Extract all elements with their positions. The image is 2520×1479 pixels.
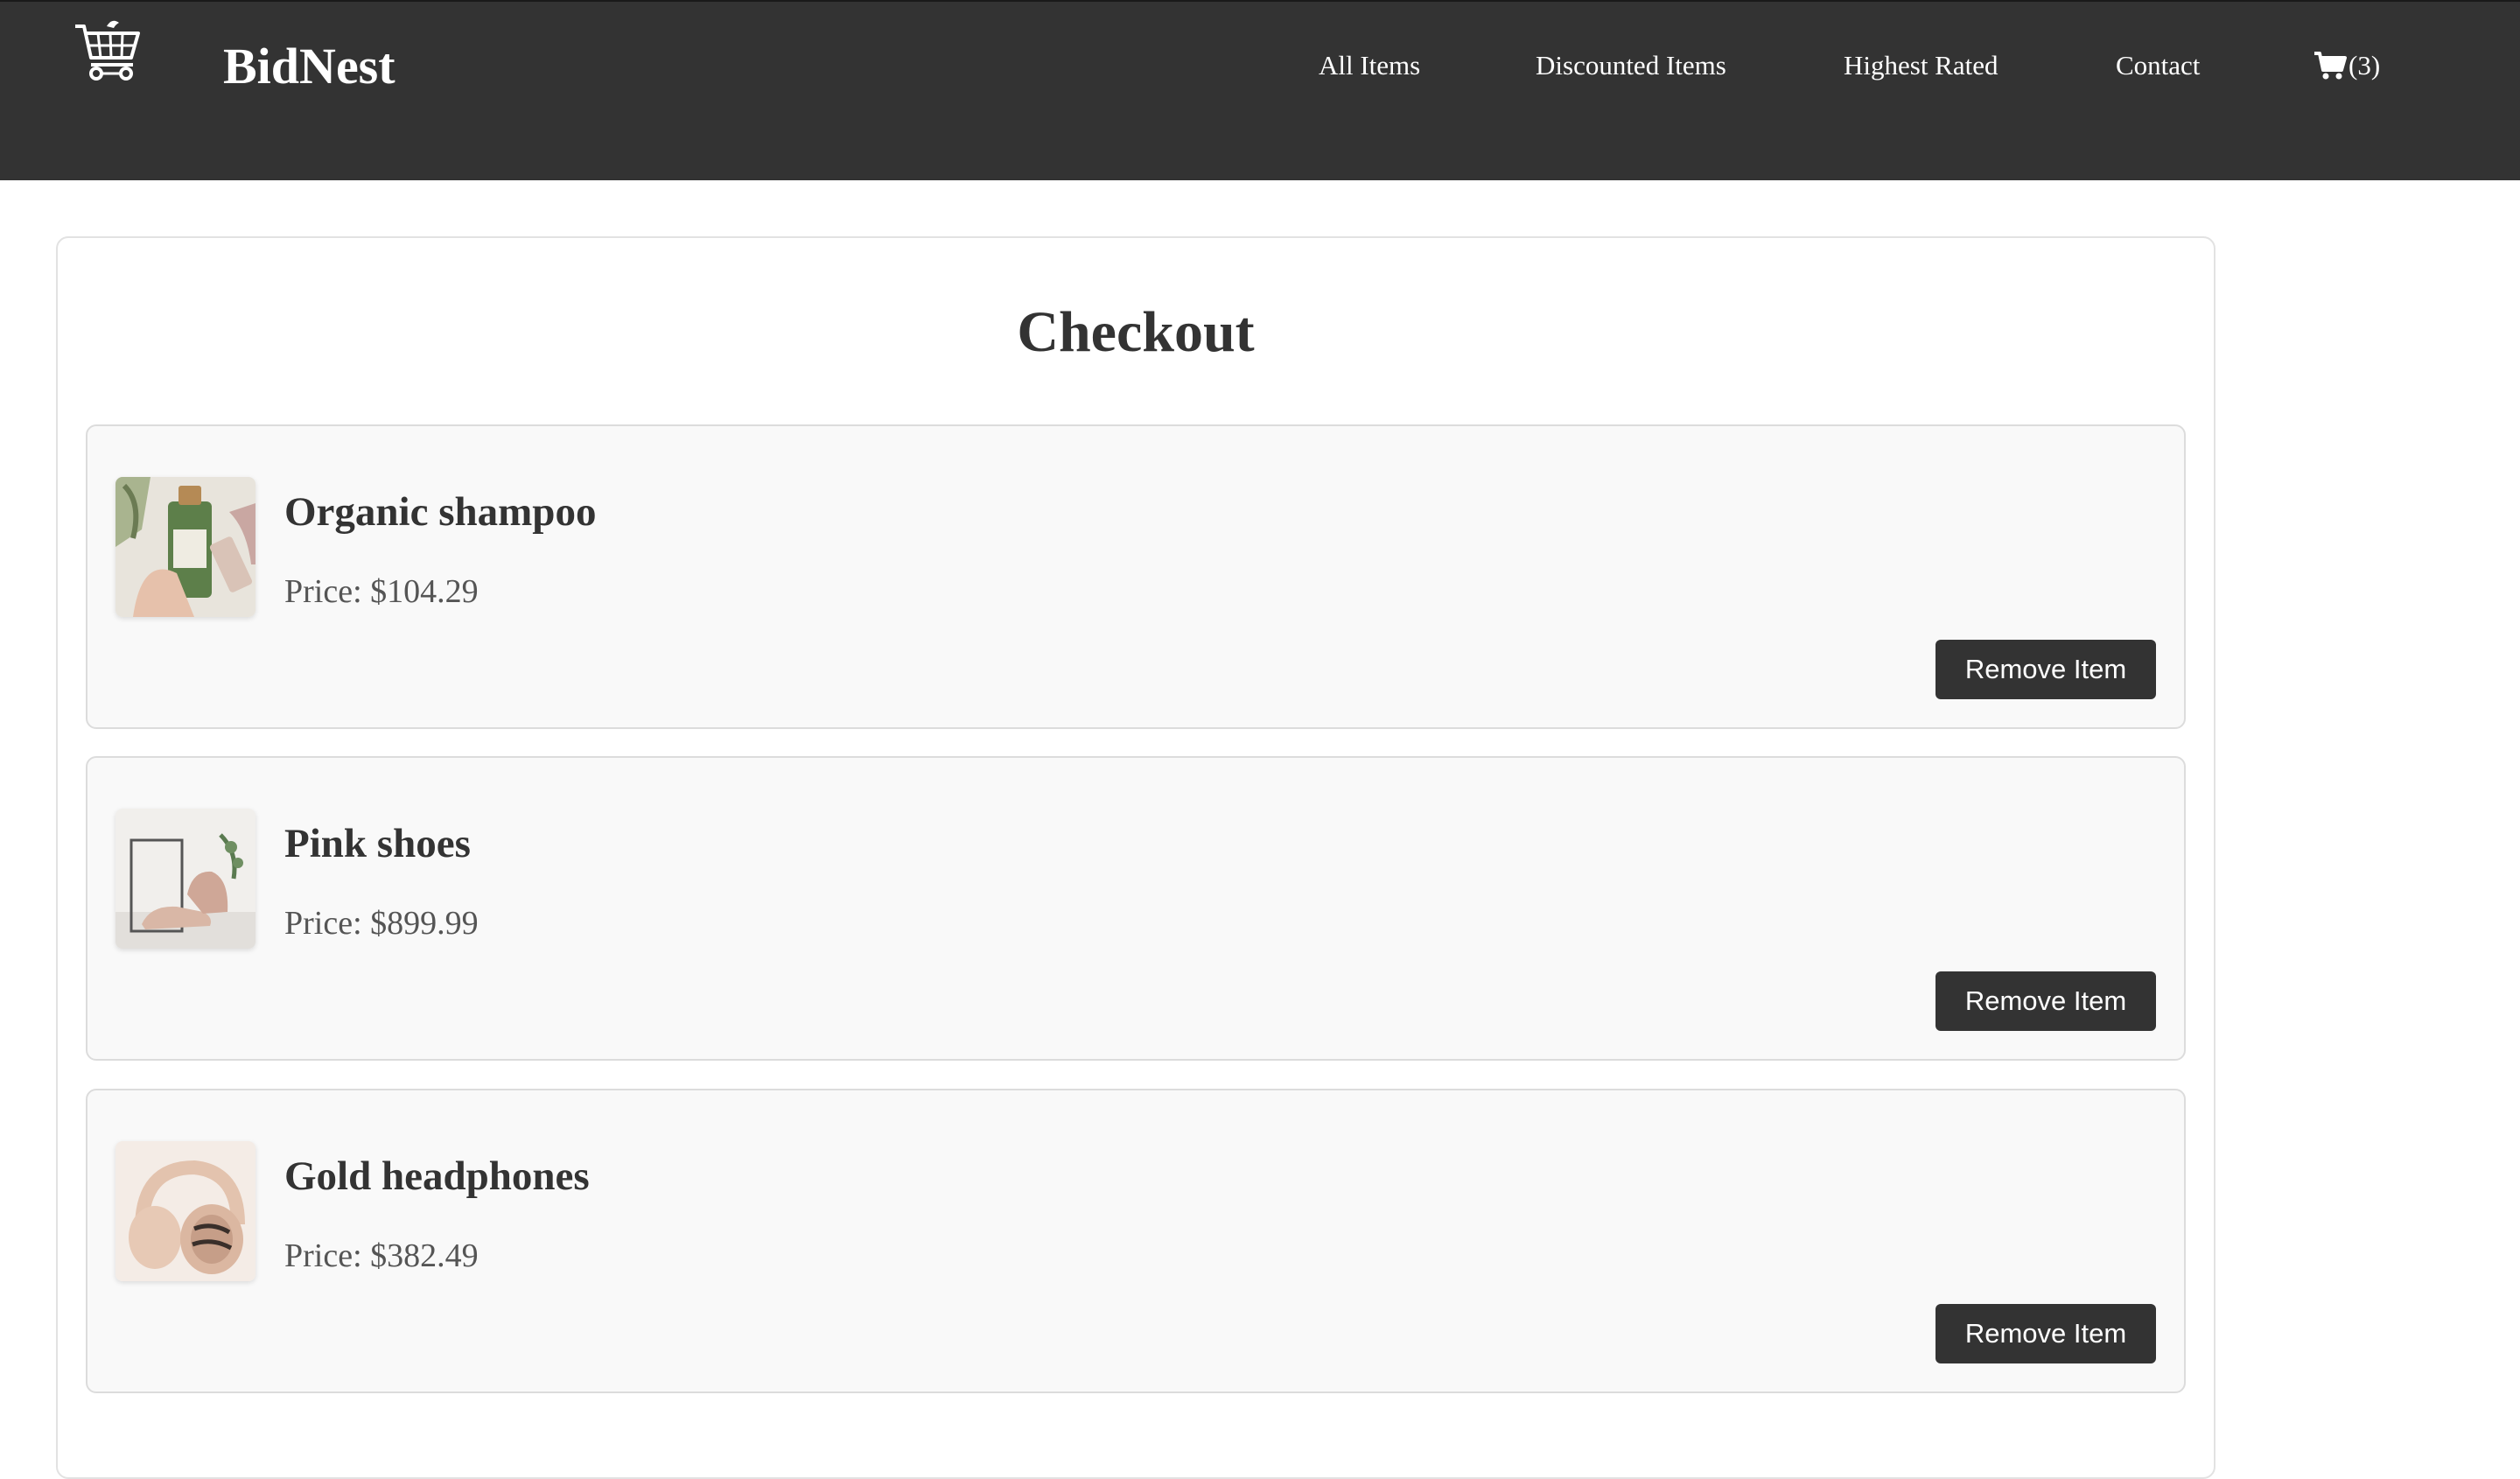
product-image-gold-headphones xyxy=(116,1141,256,1281)
item-name: Organic shampoo xyxy=(284,489,597,535)
cart-count: (3) xyxy=(2348,50,2381,81)
top-navbar: BidNest All Items Discounted Items Highe… xyxy=(0,0,2520,180)
item-name: Gold headphones xyxy=(284,1153,590,1199)
remove-item-button[interactable]: Remove Item xyxy=(1936,971,2156,1031)
page-title: Checkout xyxy=(1017,300,1255,364)
item-price: Price: $899.99 xyxy=(284,905,479,942)
cart-item-card: Gold headphones Price: $382.49 Remove It… xyxy=(86,1089,2186,1393)
nav-cart-link[interactable]: (3) xyxy=(2314,47,2380,84)
shopping-cart-logo-icon[interactable] xyxy=(72,14,144,84)
item-name: Pink shoes xyxy=(284,821,471,866)
nav-discounted-items-link[interactable]: Discounted Items xyxy=(1536,47,1726,84)
cart-item-card: Organic shampoo Price: $104.29 Remove It… xyxy=(86,424,2186,729)
product-image-pink-shoes xyxy=(116,809,256,949)
cart-icon xyxy=(2314,51,2347,81)
brand-name[interactable]: BidNest xyxy=(223,35,396,98)
item-price: Price: $104.29 xyxy=(284,573,479,610)
cart-item-card: Pink shoes Price: $899.99 Remove Item xyxy=(86,756,2186,1061)
product-image-shampoo xyxy=(116,477,256,617)
remove-item-button[interactable]: Remove Item xyxy=(1936,640,2156,699)
nav-highest-rated-link[interactable]: Highest Rated xyxy=(1844,47,1998,84)
nav-all-items-link[interactable]: All Items xyxy=(1319,47,1420,84)
remove-item-button[interactable]: Remove Item xyxy=(1936,1304,2156,1363)
nav-contact-link[interactable]: Contact xyxy=(2116,47,2200,84)
item-price: Price: $382.49 xyxy=(284,1237,479,1274)
